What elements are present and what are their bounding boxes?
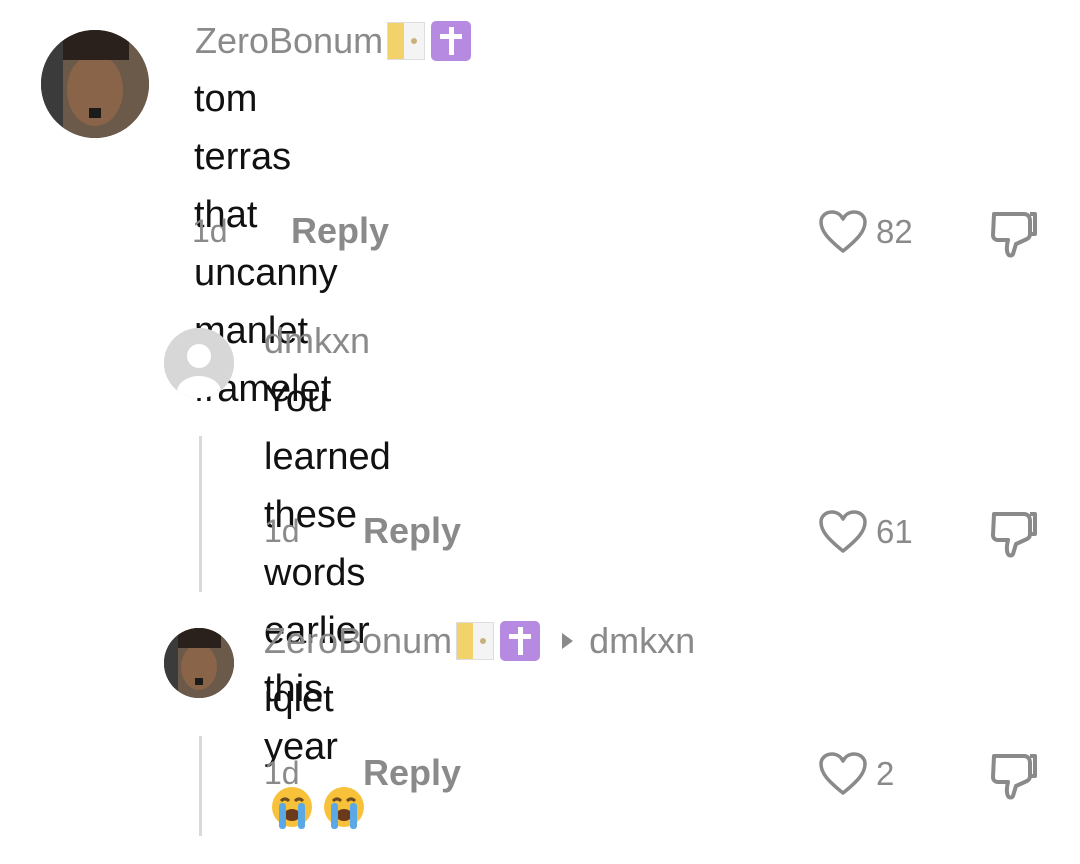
thumbs-down-outline-icon — [991, 754, 1037, 800]
reply-button[interactable]: Reply — [363, 510, 461, 552]
play-triangle-icon — [562, 633, 574, 649]
thread-line — [199, 436, 202, 592]
heart-outline-icon — [819, 752, 867, 795]
like-button[interactable]: 2 — [818, 751, 894, 797]
like-count: 61 — [876, 513, 913, 550]
heart-outline-icon — [819, 210, 867, 253]
comment-time: 1d — [264, 513, 300, 549]
heart-outline-icon — [819, 510, 867, 553]
dislike-button[interactable] — [988, 750, 1040, 805]
comment-time: 1d — [264, 755, 300, 791]
thumbs-down-outline-icon — [991, 512, 1037, 558]
avatar[interactable] — [164, 628, 234, 698]
thread-line — [199, 736, 202, 836]
comment-time: 1d — [192, 213, 228, 249]
comment-text-line: iqlet — [264, 678, 334, 720]
like-count: 82 — [876, 213, 913, 250]
username-text[interactable]: dmkxn — [264, 320, 370, 362]
dislike-button[interactable] — [988, 208, 1040, 263]
like-button[interactable]: 61 — [818, 509, 913, 555]
comment-username[interactable]: dmkxn — [264, 320, 370, 362]
avatar[interactable] — [41, 30, 149, 138]
like-button[interactable]: 82 — [818, 209, 913, 255]
thumbs-down-outline-icon — [991, 212, 1037, 258]
like-count: 2 — [876, 755, 895, 792]
loudly-crying-face-emoji — [324, 786, 364, 829]
reply-to[interactable]: dmkxn — [562, 620, 695, 662]
latin-cross-icon — [431, 21, 472, 61]
dislike-button[interactable] — [988, 508, 1040, 563]
avatar-default[interactable] — [164, 328, 234, 398]
reply-to-username[interactable]: dmkxn — [589, 620, 695, 662]
reply-button[interactable]: Reply — [363, 752, 461, 794]
comment-text: iqlet — [264, 670, 334, 728]
comment-username[interactable]: ZeroBonum — [195, 20, 472, 62]
latin-cross-icon — [500, 621, 541, 661]
vatican-flag-icon — [387, 22, 426, 60]
vatican-flag-icon — [456, 622, 495, 660]
username-text[interactable]: ZeroBonum — [264, 620, 452, 662]
comment-username[interactable]: ZeroBonum dmkxn — [264, 620, 695, 662]
reply-button[interactable]: Reply — [291, 210, 389, 252]
username-text[interactable]: ZeroBonum — [195, 20, 383, 62]
